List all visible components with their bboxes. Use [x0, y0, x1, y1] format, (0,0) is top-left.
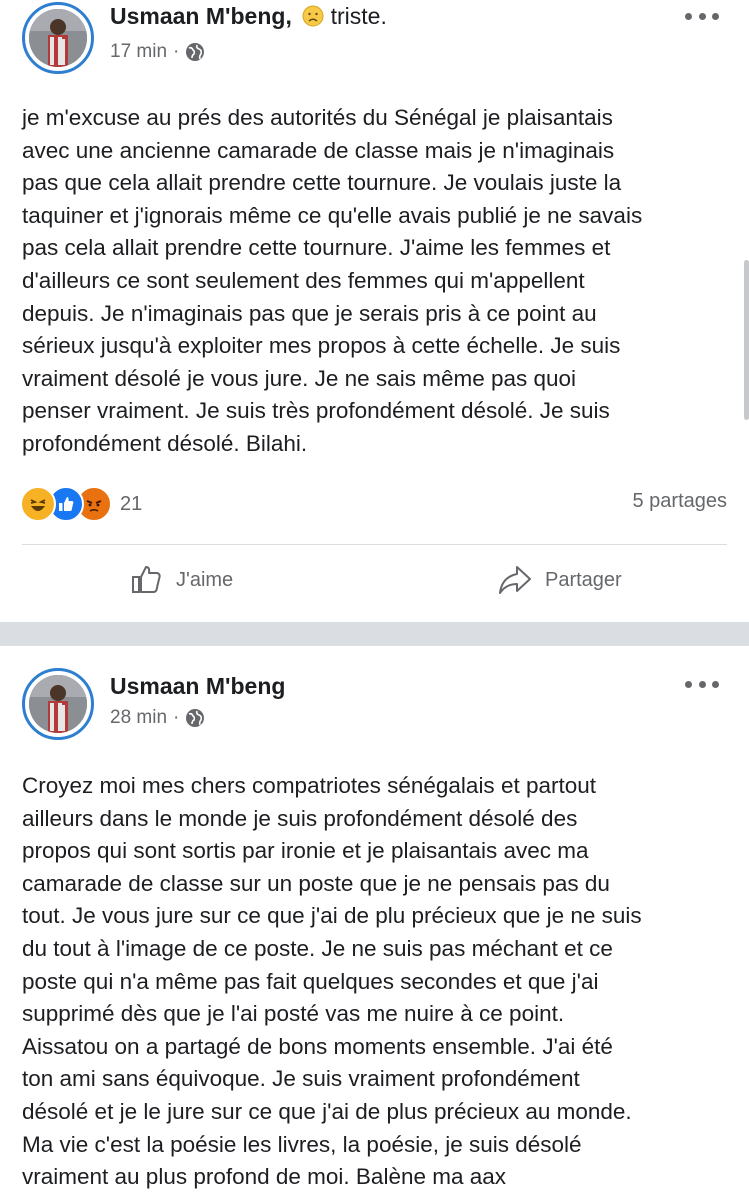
post-meta: 28 min ·	[110, 707, 205, 729]
scrollbar[interactable]	[744, 260, 749, 420]
reaction-summary[interactable]: 21	[20, 486, 142, 522]
like-button[interactable]: J'aime	[130, 563, 233, 597]
feed-separator	[0, 622, 749, 646]
more-options-icon[interactable]	[685, 9, 719, 23]
meta-separator: ·	[173, 707, 180, 728]
like-label: J'aime	[176, 568, 234, 591]
avatar[interactable]	[22, 668, 94, 740]
share-label: Partager	[545, 568, 622, 591]
divider	[22, 544, 727, 545]
post-meta: 17 min ·	[110, 41, 205, 63]
author-name[interactable]: Usmaan M'beng,	[110, 3, 292, 29]
globe-icon	[186, 43, 205, 61]
shares-count[interactable]: 5 partages	[632, 490, 727, 513]
more-options-icon[interactable]	[685, 677, 719, 691]
post-card: Usmaan M'beng 28 min · Croyez moi mes ch…	[0, 646, 749, 1200]
reaction-count: 21	[120, 492, 143, 515]
like-outline-icon	[132, 566, 161, 593]
post-author[interactable]: Usmaan M'beng, triste.	[110, 3, 387, 33]
post-author[interactable]: Usmaan M'beng	[110, 673, 285, 700]
share-button[interactable]: Partager	[497, 563, 622, 597]
post-text: je m'excuse au prés des autorités du Sén…	[22, 105, 643, 456]
post-card: Usmaan M'beng, triste. 17 min · je m'exc…	[0, 0, 749, 622]
meta-separator: ·	[173, 41, 180, 62]
post-time[interactable]: 28 min	[110, 707, 167, 729]
share-arrow-icon	[499, 566, 531, 594]
feeling-emoji-icon	[302, 5, 324, 33]
post-time[interactable]: 17 min	[110, 41, 167, 63]
globe-icon	[186, 709, 205, 727]
haha-icon	[20, 486, 56, 522]
avatar[interactable]	[22, 2, 94, 74]
post-text: Croyez moi mes chers compatriotes sénéga…	[22, 773, 642, 1190]
feeling-label: triste.	[330, 3, 387, 29]
